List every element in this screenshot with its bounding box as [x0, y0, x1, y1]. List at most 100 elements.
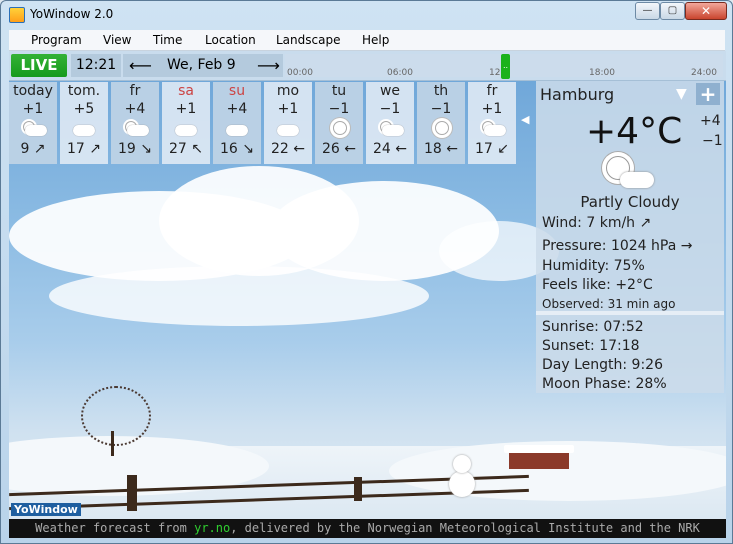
- day-temp: −1: [328, 101, 350, 117]
- cloud-icon: [60, 119, 108, 141]
- day-temp: −1: [379, 101, 401, 117]
- menu-view[interactable]: View: [103, 33, 131, 47]
- timeline-slider[interactable]: 00:00 06:00 12 18:00 24:00 ..: [285, 54, 723, 79]
- day-temp: +1: [277, 101, 299, 117]
- day-wind: 24 ←: [373, 141, 407, 157]
- day-name: we: [379, 83, 401, 99]
- credits-text-2: , delivered by the Norwegian Meteorologi…: [230, 521, 700, 535]
- app-window: YoWindow 2.0 — ▢ ✕ Program View Time Loc…: [0, 0, 733, 544]
- day-wind: 19 ↘: [118, 141, 152, 157]
- partly-cloudy-icon: [366, 119, 414, 141]
- forecast-strip: today +1 9 ↗ tom. +5 17 ↗ fr +4 19 ↘ sa …: [9, 82, 525, 164]
- high-temperature: +4: [700, 113, 721, 129]
- pressure-info: Pressure: 1024 hPa →: [542, 238, 693, 254]
- snowman: [449, 471, 475, 497]
- weather-view: LIVE 12:21 ⟵ We, Feb 9 ⟶ 00:00 06:00 12 …: [9, 51, 726, 538]
- time-bar: LIVE 12:21 ⟵ We, Feb 9 ⟶ 00:00 06:00 12 …: [9, 51, 726, 81]
- next-day-button[interactable]: ⟶: [257, 54, 280, 77]
- day-name: today: [13, 83, 53, 99]
- menu-location[interactable]: Location: [205, 33, 256, 47]
- forecast-day[interactable]: fr +1 17 ↙: [468, 82, 516, 164]
- observed-info: Observed: 31 min ago: [542, 297, 676, 311]
- menu-time[interactable]: Time: [153, 33, 182, 47]
- cloud-icon: [264, 119, 312, 141]
- credits-bar: Weather forecast from yr.no, delivered b…: [9, 519, 726, 538]
- minimize-button[interactable]: —: [635, 2, 660, 20]
- cloud-icon: [213, 119, 261, 141]
- panel-divider: [536, 311, 724, 315]
- day-temp: +1: [481, 101, 503, 117]
- add-location-button[interactable]: +: [696, 83, 720, 105]
- forecast-day[interactable]: fr +4 19 ↘: [111, 82, 159, 164]
- house-roof: [504, 445, 574, 453]
- close-button[interactable]: ✕: [685, 2, 727, 20]
- menu-help[interactable]: Help: [362, 33, 389, 47]
- day-wind: 16 ↘: [220, 141, 254, 157]
- city-name[interactable]: Hamburg: [540, 85, 614, 104]
- humidity-info: Humidity: 75%: [542, 258, 645, 274]
- snowman-head: [453, 455, 471, 473]
- tick-label: 24:00: [691, 68, 717, 78]
- date-navigator: ⟵ We, Feb 9 ⟶: [123, 54, 283, 77]
- tick-label: 12: [489, 68, 501, 78]
- tree-trunk: [111, 431, 114, 456]
- sun-icon: [417, 119, 465, 141]
- forecast-day[interactable]: tu −1 26 ←: [315, 82, 363, 164]
- live-button[interactable]: LIVE: [11, 54, 67, 77]
- wind-info: Wind: 7 km/h ↗: [542, 215, 652, 231]
- day-name: tom.: [67, 83, 101, 99]
- forecast-day[interactable]: we −1 24 ←: [366, 82, 414, 164]
- timeline-handle[interactable]: ..: [501, 54, 510, 79]
- forecast-day[interactable]: mo +1 22 ←: [264, 82, 312, 164]
- title-bar: YoWindow 2.0 — ▢ ✕: [1, 1, 732, 28]
- tick-label: 18:00: [589, 68, 615, 78]
- forecast-day[interactable]: today +1 9 ↗: [9, 82, 57, 164]
- bare-tree: [81, 386, 151, 446]
- day-wind: 26 ←: [322, 141, 356, 157]
- yowindow-logo[interactable]: YoWindow: [11, 503, 81, 516]
- yr-link[interactable]: yr.no: [194, 521, 230, 535]
- tick-label: 00:00: [287, 68, 313, 78]
- app-icon: [9, 7, 25, 23]
- day-wind: 18 ←: [424, 141, 458, 157]
- partly-cloudy-icon: [9, 119, 57, 141]
- date-label: We, Feb 9: [167, 57, 236, 73]
- window-title: YoWindow 2.0: [30, 7, 114, 21]
- day-name: fr: [486, 83, 498, 99]
- forecast-day[interactable]: th −1 18 ←: [417, 82, 465, 164]
- tick-label: 06:00: [387, 68, 413, 78]
- sunset-info: Sunset: 17:18: [542, 338, 640, 354]
- day-temp: +1: [22, 101, 44, 117]
- collapse-arrow-icon[interactable]: ◀: [521, 113, 529, 126]
- feels-like-info: Feels like: +2°C: [542, 277, 653, 293]
- moon-phase-info: Moon Phase: 28%: [542, 376, 667, 392]
- day-name: sa: [178, 83, 194, 99]
- day-temp: +5: [73, 101, 95, 117]
- prev-day-button[interactable]: ⟵: [129, 54, 152, 77]
- forecast-day[interactable]: tom. +5 17 ↗: [60, 82, 108, 164]
- day-wind: 17 ↗: [67, 141, 101, 157]
- day-name: su: [228, 83, 246, 99]
- forecast-day[interactable]: su +4 16 ↘: [213, 82, 261, 164]
- forecast-day[interactable]: sa +1 27 ↖: [162, 82, 210, 164]
- maximize-button[interactable]: ▢: [660, 2, 685, 20]
- day-length-info: Day Length: 9:26: [542, 357, 663, 373]
- day-temp: +4: [226, 101, 248, 117]
- partly-cloudy-icon: [111, 119, 159, 141]
- house: [509, 453, 569, 469]
- day-temp: +4: [124, 101, 146, 117]
- day-name: fr: [129, 83, 141, 99]
- cloud-shape: [49, 266, 429, 326]
- sunrise-info: Sunrise: 07:52: [542, 319, 644, 335]
- menu-program[interactable]: Program: [31, 33, 82, 47]
- partly-cloudy-icon: [602, 156, 662, 196]
- menu-bar: Program View Time Location Landscape Hel…: [9, 30, 725, 51]
- menu-landscape[interactable]: Landscape: [276, 33, 340, 47]
- city-dropdown-icon[interactable]: ▼: [676, 86, 687, 102]
- cloud-icon: [162, 119, 210, 141]
- day-name: th: [433, 83, 449, 99]
- current-time: 12:21: [71, 54, 121, 77]
- credits-text: Weather forecast from: [35, 521, 195, 535]
- day-temp: +1: [175, 101, 197, 117]
- partly-cloudy-icon: [468, 119, 516, 141]
